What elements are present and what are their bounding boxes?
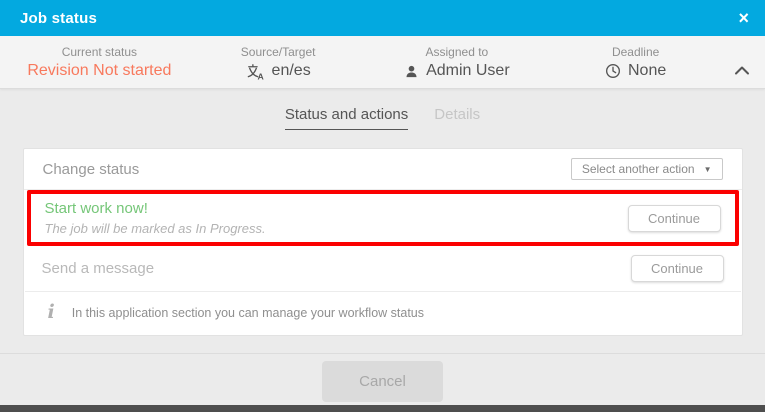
job-summary-bar: Current status Revision Not started Sour… xyxy=(0,36,765,89)
job-status-modal: Job status × Current status Revision Not… xyxy=(0,0,765,412)
assigned-to-label: Assigned to xyxy=(426,45,489,59)
source-target-label: Source/Target xyxy=(241,45,316,59)
summary-assigned-to: Assigned to Admin User xyxy=(368,41,547,84)
start-work-title: Start work now! xyxy=(45,200,266,217)
deadline-label: Deadline xyxy=(612,45,659,59)
summary-source-target: Source/Target A en/es xyxy=(189,41,368,84)
tab-bar: Status and actions Details xyxy=(0,89,765,130)
background-page-edge xyxy=(0,405,765,412)
close-icon[interactable]: × xyxy=(738,9,749,27)
source-target-text: en/es xyxy=(272,62,311,80)
action-row-send-message: Send a message Continue xyxy=(24,246,742,291)
continue-send-message-button[interactable]: Continue xyxy=(631,255,724,282)
tab-status-and-actions[interactable]: Status and actions xyxy=(285,106,408,130)
continue-start-work-button[interactable]: Continue xyxy=(628,205,721,232)
current-status-label: Current status xyxy=(62,45,137,59)
start-work-description: The job will be marked as In Progress. xyxy=(45,221,266,236)
dropdown-arrow-icon: ▼ xyxy=(704,165,712,174)
info-icon: i xyxy=(48,303,55,322)
chevron-up-icon[interactable] xyxy=(734,62,750,80)
deadline-text: None xyxy=(628,62,666,80)
deadline-value: None xyxy=(605,62,666,80)
panel-header: Change status Select another action ▼ xyxy=(24,149,742,190)
change-status-panel: Change status Select another action ▼ St… xyxy=(23,148,743,336)
modal-title: Job status xyxy=(20,10,97,27)
modal-header: Job status × xyxy=(0,0,765,36)
info-row: i In this application section you can ma… xyxy=(24,292,742,335)
clock-icon xyxy=(605,63,621,79)
modal-footer: Cancel xyxy=(0,353,765,402)
info-text: In this application section you can mana… xyxy=(72,306,424,320)
summary-current-status: Current status Revision Not started xyxy=(10,41,189,84)
language-icon: A xyxy=(246,62,265,81)
source-target-value: A en/es xyxy=(246,62,311,81)
assigned-to-value: Admin User xyxy=(404,62,510,80)
send-message-title: Send a message xyxy=(42,260,155,277)
summary-deadline: Deadline None xyxy=(546,41,725,84)
person-icon xyxy=(404,64,419,79)
assigned-to-text: Admin User xyxy=(426,62,510,80)
select-another-action-dropdown[interactable]: Select another action ▼ xyxy=(571,158,723,180)
select-another-action-label: Select another action xyxy=(582,162,695,176)
action-start-work-texts: Start work now! The job will be marked a… xyxy=(45,200,266,236)
panel-title: Change status xyxy=(43,161,140,178)
tab-details[interactable]: Details xyxy=(434,106,480,130)
action-row-start-work: Start work now! The job will be marked a… xyxy=(27,190,739,246)
current-status-value: Revision Not started xyxy=(27,62,171,80)
svg-text:A: A xyxy=(257,71,264,81)
cancel-button[interactable]: Cancel xyxy=(322,361,443,402)
